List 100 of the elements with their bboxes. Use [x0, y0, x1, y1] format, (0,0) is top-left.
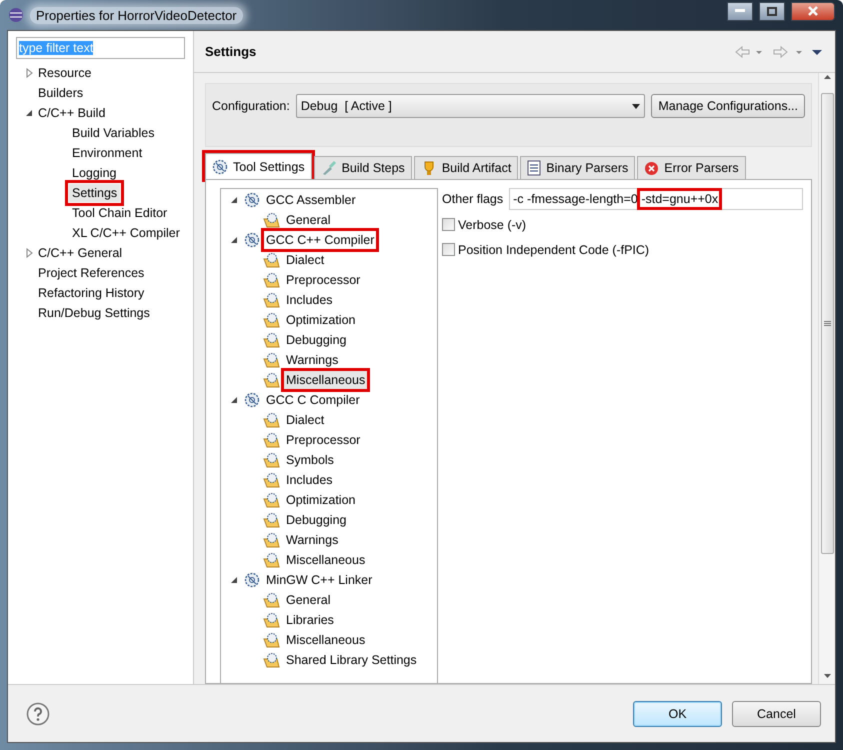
checkbox[interactable]: [442, 218, 455, 231]
folder-gear-icon: [263, 592, 280, 608]
brush-icon: [320, 160, 337, 176]
folder-gear-icon: [263, 352, 280, 368]
collapsed-arrow-icon[interactable]: [24, 248, 35, 258]
tree-item[interactable]: MinGW C++ Linker: [264, 571, 374, 589]
tree-item[interactable]: Dialect: [284, 251, 326, 269]
expanded-arrow-icon[interactable]: [229, 395, 240, 405]
tab[interactable]: Build Steps: [314, 156, 412, 179]
folder-gear-icon: [263, 412, 280, 428]
tree-item[interactable]: Symbols: [284, 451, 336, 469]
tree-item[interactable]: Refactoring History: [35, 284, 148, 302]
app-icon: [8, 7, 24, 23]
folder-gear-icon: [263, 252, 280, 268]
folder-gear-icon: [263, 492, 280, 508]
folder-gear-icon: [263, 632, 280, 648]
tree-item[interactable]: General: [284, 211, 332, 229]
window-title: Properties for HorrorVideoDetector: [30, 6, 243, 24]
tree-item[interactable]: Optimization: [284, 491, 358, 509]
tree-item[interactable]: Libraries: [284, 611, 336, 629]
tree-item[interactable]: Preprocessor: [284, 271, 362, 289]
expanded-arrow-icon[interactable]: [24, 108, 35, 118]
gear-icon: [244, 232, 260, 248]
tree-item[interactable]: Miscellaneous: [284, 631, 368, 649]
folder-gear-icon: [263, 272, 280, 288]
tree-item[interactable]: Debugging: [284, 511, 348, 529]
tree-item[interactable]: Debugging: [284, 331, 348, 349]
checkbox[interactable]: [442, 243, 455, 256]
history-arrows-icon[interactable]: [734, 44, 824, 58]
tree-item[interactable]: Dialect: [284, 411, 326, 429]
scroll-down-icon[interactable]: [824, 674, 830, 678]
expanded-arrow-icon[interactable]: [229, 575, 240, 585]
tree-item[interactable]: Builders: [35, 84, 86, 102]
tree-item[interactable]: Shared Library Settings: [284, 651, 419, 669]
help-icon[interactable]: [26, 702, 50, 726]
folder-gear-icon: [263, 212, 280, 228]
gear-icon: [244, 392, 260, 408]
tree-item[interactable]: Optimization: [284, 311, 358, 329]
cancel-button[interactable]: Cancel: [732, 700, 821, 726]
tree-item[interactable]: Settings: [69, 184, 120, 202]
folder-gear-icon: [263, 452, 280, 468]
expanded-arrow-icon[interactable]: [229, 235, 240, 245]
folder-gear-icon: [263, 292, 280, 308]
tree-item[interactable]: Resource: [35, 64, 94, 82]
close-icon: [807, 6, 819, 16]
minimize-icon: [735, 9, 745, 13]
folder-gear-icon: [263, 332, 280, 348]
maximize-button[interactable]: [759, 2, 785, 20]
tree-item[interactable]: Includes: [284, 291, 335, 309]
tree-item[interactable]: Project References: [35, 264, 148, 282]
gear-icon: [244, 572, 260, 588]
tree-item[interactable]: GCC Assembler: [264, 191, 358, 209]
tab[interactable]: Build Artifact: [414, 156, 518, 179]
tree-item[interactable]: C/C++ General: [35, 244, 126, 262]
tab[interactable]: Tool Settings: [205, 153, 312, 179]
tree-item[interactable]: Miscellaneous: [284, 371, 368, 389]
tab[interactable]: Binary Parsers: [520, 156, 636, 179]
tree-item[interactable]: Build Variables: [69, 124, 158, 142]
tree-item[interactable]: Preprocessor: [284, 431, 362, 449]
gear-icon: [212, 158, 228, 174]
manage-configurations-button[interactable]: Manage Configurations...: [651, 94, 805, 118]
ok-button[interactable]: OK: [633, 700, 722, 726]
folder-gear-icon: [263, 472, 280, 488]
folder-gear-icon: [263, 312, 280, 328]
folder-gear-icon: [263, 512, 280, 528]
checkbox-label[interactable]: Position Independent Code (-fPIC): [458, 242, 650, 256]
tree-item[interactable]: Environment: [69, 144, 146, 162]
tree-item[interactable]: XL C/C++ Compiler: [69, 224, 183, 242]
scrollbar[interactable]: [818, 73, 835, 684]
close-button[interactable]: [791, 2, 835, 20]
folder-gear-icon: [263, 372, 280, 388]
tree-item[interactable]: Miscellaneous: [284, 551, 368, 569]
dropdown-caret-icon: [632, 104, 640, 108]
configuration-dropdown[interactable]: Debug [ Active ]: [296, 94, 646, 118]
folder-gear-icon: [263, 552, 280, 568]
other-flags-field[interactable]: -c -fmessage-length=0 -std=gnu++0x: [509, 188, 803, 210]
scroll-up-icon[interactable]: [824, 75, 830, 79]
document-icon: [527, 160, 542, 176]
folder-gear-icon: [263, 652, 280, 668]
folder-gear-icon: [263, 432, 280, 448]
expanded-arrow-icon[interactable]: [229, 195, 240, 205]
tree-item[interactable]: Tool Chain Editor: [69, 204, 170, 222]
grip-icon: [824, 321, 830, 326]
tree-item[interactable]: Warnings: [284, 351, 340, 369]
page-title: Settings: [205, 44, 256, 59]
collapsed-arrow-icon[interactable]: [24, 68, 35, 78]
tree-item[interactable]: General: [284, 591, 332, 609]
tree-item[interactable]: Warnings: [284, 531, 340, 549]
tree-item[interactable]: Logging: [69, 164, 120, 182]
tab[interactable]: Error Parsers: [637, 156, 746, 179]
error-icon: [644, 160, 660, 176]
tree-item[interactable]: GCC C++ Compiler: [264, 231, 376, 249]
checkbox-label[interactable]: Verbose (-v): [458, 218, 526, 232]
minimize-button[interactable]: [727, 2, 753, 20]
tree-item[interactable]: Run/Debug Settings: [35, 304, 153, 322]
tree-item[interactable]: C/C++ Build: [35, 104, 108, 122]
tree-item[interactable]: GCC C Compiler: [264, 391, 362, 409]
tree-item[interactable]: Includes: [284, 471, 335, 489]
configuration-label: Configuration:: [212, 98, 290, 115]
gear-icon: [244, 192, 260, 208]
